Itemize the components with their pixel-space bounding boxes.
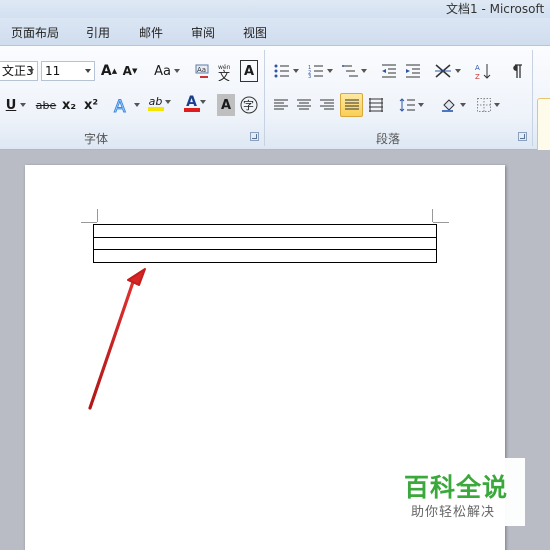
svg-text:Aa: Aa [197, 66, 206, 74]
title-bar: 文档1 - Microsoft [0, 0, 550, 18]
align-center-button[interactable] [294, 94, 314, 116]
highlight-button[interactable]: ab [145, 92, 175, 114]
tab-page-layout[interactable]: 页面布局 [11, 24, 59, 41]
line-spacing-button[interactable] [397, 94, 425, 116]
subscript-label: x₂ [61, 97, 77, 113]
underline-label: U [5, 97, 17, 113]
char-shading-label: A [220, 97, 232, 113]
font-dialog-launcher-icon[interactable] [250, 132, 259, 141]
grow-font-button[interactable]: A ▲ [100, 60, 118, 82]
show-marks-button[interactable] [508, 60, 526, 82]
distributed-icon [369, 98, 383, 112]
shrink-font-button[interactable]: A ▼ [121, 60, 139, 82]
change-case-label: Aa [154, 63, 171, 79]
paint-bucket-icon [441, 99, 455, 112]
font-size-value: 11 [45, 64, 61, 78]
align-right-icon [320, 99, 334, 110]
multilevel-list-button[interactable] [340, 60, 368, 82]
align-left-button[interactable] [271, 94, 291, 116]
char-border-label: A [243, 63, 255, 79]
shading-button[interactable] [439, 94, 467, 116]
tab-mailings[interactable]: 邮件 [139, 24, 163, 41]
underline-dropdown[interactable] [16, 94, 26, 116]
tab-view[interactable]: 视图 [243, 24, 267, 41]
borders-button[interactable] [474, 94, 502, 116]
svg-text:A: A [475, 64, 480, 72]
chevron-down-icon[interactable] [85, 69, 91, 73]
align-center-icon [297, 99, 311, 110]
font-name-combo[interactable]: 文正3 [0, 61, 38, 81]
tab-references[interactable]: 引用 [86, 24, 110, 41]
chinese-layout-button[interactable] [433, 60, 461, 82]
paragraph-dialog-launcher-icon[interactable] [518, 132, 527, 141]
change-case-button[interactable]: Aa [153, 60, 181, 82]
clear-format-button[interactable]: Aa [193, 60, 213, 82]
group-separator [532, 50, 533, 146]
phonetic-guide-icon: wén文 [218, 64, 231, 81]
decrease-indent-button[interactable] [379, 60, 399, 82]
svg-text:文: 文 [218, 68, 230, 81]
char-shading-button[interactable]: A [217, 94, 235, 116]
text-effects-icon: A [113, 97, 126, 115]
subscript-button[interactable]: x₂ [61, 94, 77, 116]
svg-text:Z: Z [475, 73, 480, 80]
pilcrow-icon [513, 64, 522, 78]
enclose-char-button[interactable]: 字 [239, 94, 259, 116]
svg-text:A: A [114, 97, 126, 114]
font-color-button[interactable]: A [181, 92, 211, 114]
numbering-button[interactable]: 123 [306, 60, 334, 82]
text-effects-button[interactable]: A [112, 94, 140, 116]
multilevel-list-icon [341, 65, 358, 77]
numbering-icon: 123 [308, 65, 323, 78]
justify-button[interactable] [340, 93, 363, 117]
font-group-label: 字体 [84, 132, 109, 146]
eraser-icon: Aa [195, 64, 209, 78]
increase-indent-button[interactable] [403, 60, 423, 82]
watermark-brand: 百科全说 [404, 473, 509, 502]
ribbon: 文正3 11 A ▲ A ▼ Aa Aa wén 文 A U abe x₂ x² A … [0, 46, 550, 158]
sort-button[interactable]: AZ [474, 60, 492, 82]
decrease-indent-icon [382, 64, 396, 78]
tab-review[interactable]: 审阅 [191, 24, 215, 41]
align-right-button[interactable] [317, 94, 337, 116]
superscript-label: x² [83, 97, 99, 113]
bullets-icon [274, 64, 289, 78]
chevron-down-icon[interactable] [28, 69, 34, 73]
justify-icon [344, 99, 359, 110]
grow-font-label: A [100, 63, 112, 79]
watermark-slogan: 助你轻松解决 [411, 505, 496, 520]
strikethrough-button[interactable]: abe [35, 94, 57, 116]
phonetic-guide-button[interactable]: wén 文 [216, 60, 236, 82]
superscript-button[interactable]: x² [83, 94, 99, 116]
ribbon-tabs: 页面布局 引用 邮件 审阅 视图 [0, 18, 550, 46]
watermark-logo: 百科全说 助你轻松解决 [394, 458, 525, 526]
svg-text:3: 3 [308, 74, 311, 78]
font-size-combo[interactable]: 11 [41, 61, 95, 81]
group-separator [264, 50, 265, 146]
line-spacing-icon [399, 98, 415, 112]
svg-text:字: 字 [243, 98, 254, 112]
char-border-button[interactable]: A [240, 60, 258, 82]
paragraph-group-label: 段落 [376, 132, 401, 146]
distributed-button[interactable] [366, 94, 386, 116]
borders-icon [476, 98, 491, 112]
styles-gallery[interactable] [537, 98, 550, 158]
shrink-font-label: A [122, 64, 132, 78]
highlight-color-bar [148, 107, 164, 111]
window-title: 文档1 - Microsoft [446, 2, 545, 16]
bullets-button[interactable] [272, 60, 300, 82]
strikethrough-label: abe [35, 98, 57, 112]
align-left-icon [274, 99, 288, 110]
increase-indent-icon [406, 64, 420, 78]
font-color-bar [184, 108, 200, 112]
chinese-layout-icon [434, 64, 451, 78]
sort-icon: AZ [475, 64, 491, 80]
enclose-char-icon: 字 [240, 96, 258, 114]
